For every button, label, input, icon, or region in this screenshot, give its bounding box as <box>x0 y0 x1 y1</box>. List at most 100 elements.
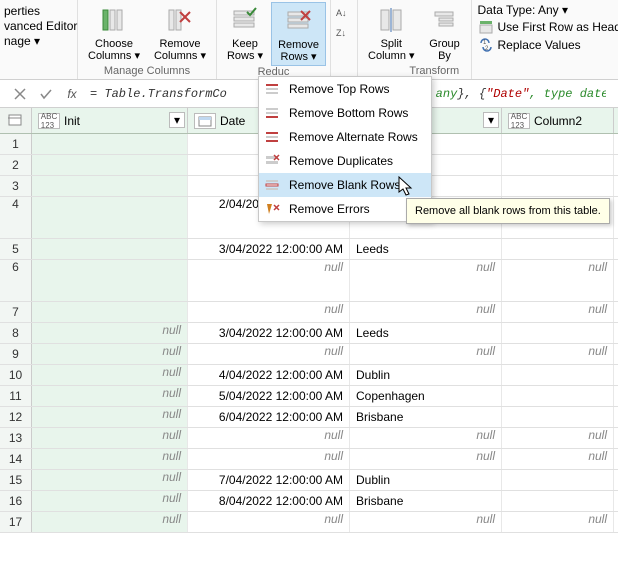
table-row[interactable]: 9nullnullnullnull <box>0 344 618 365</box>
cell[interactable]: null <box>350 260 502 301</box>
column-filter-init[interactable]: ▾ <box>169 112 185 128</box>
table-row[interactable]: 7nullnullnull <box>0 302 618 323</box>
cell[interactable] <box>502 470 614 490</box>
cell[interactable]: null <box>188 428 350 448</box>
sort-desc-button[interactable]: Z↓ <box>333 24 355 42</box>
cell[interactable]: 8/04/2022 12:00:00 AM <box>188 491 350 511</box>
row-number[interactable]: 8 <box>0 323 32 343</box>
cell[interactable]: 6/04/2022 12:00:00 AM <box>188 407 350 427</box>
dropdown-item-remove-duplicates[interactable]: Remove Duplicates <box>259 149 431 173</box>
cell[interactable]: null <box>350 302 502 322</box>
manage-fragment[interactable]: nage ▾ <box>4 34 77 48</box>
cell[interactable]: null <box>350 428 502 448</box>
row-number[interactable]: 14 <box>0 449 32 469</box>
cell[interactable]: null <box>350 344 502 364</box>
table-row[interactable]: 17nullnullnullnull <box>0 512 618 533</box>
properties-fragment[interactable]: perties <box>4 4 77 18</box>
cell[interactable]: null <box>32 491 188 511</box>
cell[interactable] <box>32 176 188 196</box>
column-filter-dest[interactable]: ▾ <box>483 112 499 128</box>
data-type-button[interactable]: Data Type: Any ▾ <box>476 2 618 18</box>
table-row[interactable]: 6nullnullnull <box>0 260 618 302</box>
row-number[interactable]: 6 <box>0 260 32 301</box>
row-number[interactable]: 16 <box>0 491 32 511</box>
fx-icon[interactable]: fx <box>64 86 80 102</box>
cell[interactable]: null <box>502 260 614 301</box>
cell[interactable] <box>502 176 614 196</box>
row-number[interactable]: 15 <box>0 470 32 490</box>
cell[interactable] <box>32 239 188 259</box>
cell[interactable]: Dublin <box>350 470 502 490</box>
cell[interactable]: 4/04/2022 12:00:00 AM <box>188 365 350 385</box>
cell[interactable]: null <box>32 470 188 490</box>
row-number[interactable]: 17 <box>0 512 32 532</box>
cell[interactable]: null <box>502 512 614 532</box>
dropdown-item-remove-top-rows[interactable]: Remove Top Rows <box>259 77 431 101</box>
cell[interactable] <box>32 302 188 322</box>
cell[interactable]: null <box>188 449 350 469</box>
cell[interactable]: null <box>32 428 188 448</box>
column-header-init[interactable]: ABC123 Init ▾ <box>32 108 188 133</box>
table-row[interactable]: 5 3/04/2022 12:00:00 AMLeeds <box>0 239 618 260</box>
row-number[interactable]: 4 <box>0 197 32 238</box>
cell[interactable]: Brisbane <box>350 491 502 511</box>
table-row[interactable]: 16null8/04/2022 12:00:00 AMBrisbane <box>0 491 618 512</box>
table-row[interactable]: 12null6/04/2022 12:00:00 AMBrisbane <box>0 407 618 428</box>
cell[interactable] <box>502 491 614 511</box>
remove-rows-button[interactable]: Remove Rows ▾ <box>271 2 326 66</box>
accept-formula-icon[interactable] <box>38 86 54 102</box>
cell[interactable] <box>32 260 188 301</box>
cell[interactable] <box>502 323 614 343</box>
cell[interactable] <box>502 155 614 175</box>
cell[interactable]: 5/04/2022 12:00:00 AM <box>188 386 350 406</box>
row-number[interactable]: 12 <box>0 407 32 427</box>
row-number[interactable]: 11 <box>0 386 32 406</box>
table-row[interactable]: 13nullnullnullnull <box>0 428 618 449</box>
cell[interactable]: null <box>32 344 188 364</box>
cell[interactable] <box>32 155 188 175</box>
cell[interactable]: null <box>502 428 614 448</box>
cell[interactable]: null <box>350 449 502 469</box>
table-corner[interactable] <box>0 108 32 133</box>
cell[interactable] <box>32 197 188 238</box>
cell[interactable]: null <box>350 512 502 532</box>
cell[interactable]: null <box>502 302 614 322</box>
row-number[interactable]: 2 <box>0 155 32 175</box>
column-header-column2[interactable]: ABC123 Column2 <box>502 108 614 133</box>
cell[interactable]: 3/04/2022 12:00:00 AM <box>188 239 350 259</box>
cell[interactable]: null <box>188 260 350 301</box>
cell[interactable]: null <box>188 512 350 532</box>
table-row[interactable]: 8null3/04/2022 12:00:00 AMLeeds <box>0 323 618 344</box>
cell[interactable]: null <box>32 407 188 427</box>
sort-asc-button[interactable]: A↓ <box>333 4 355 22</box>
choose-columns-button[interactable]: Choose Columns ▾ <box>82 2 146 64</box>
table-row[interactable]: 11null5/04/2022 12:00:00 AMCopenhagen <box>0 386 618 407</box>
group-by-button[interactable]: Group By <box>423 2 467 64</box>
cell[interactable]: null <box>32 449 188 469</box>
row-number[interactable]: 1 <box>0 134 32 154</box>
cell[interactable] <box>502 239 614 259</box>
cell[interactable] <box>502 134 614 154</box>
advanced-editor-fragment[interactable]: vanced Editor <box>4 19 77 33</box>
dropdown-item-remove-alternate-rows[interactable]: Remove Alternate Rows <box>259 125 431 149</box>
cell[interactable]: 7/04/2022 12:00:00 AM <box>188 470 350 490</box>
cell[interactable]: null <box>502 449 614 469</box>
table-row[interactable]: 15null7/04/2022 12:00:00 AMDublin <box>0 470 618 491</box>
cell[interactable]: null <box>32 512 188 532</box>
cancel-formula-icon[interactable] <box>12 86 28 102</box>
cell[interactable]: null <box>32 365 188 385</box>
cell[interactable]: Brisbane <box>350 407 502 427</box>
row-number[interactable]: 5 <box>0 239 32 259</box>
cell[interactable]: Dublin <box>350 365 502 385</box>
cell[interactable]: Leeds <box>350 239 502 259</box>
cell[interactable]: null <box>188 302 350 322</box>
remove-columns-button[interactable]: Remove Columns ▾ <box>148 2 212 64</box>
row-number[interactable]: 7 <box>0 302 32 322</box>
table-row[interactable]: 14nullnullnullnull <box>0 449 618 470</box>
cell[interactable] <box>502 386 614 406</box>
cell[interactable]: Copenhagen <box>350 386 502 406</box>
keep-rows-button[interactable]: Keep Rows ▾ <box>221 2 269 66</box>
use-first-row-headers-button[interactable]: Use First Row as Headers ▾ <box>476 18 618 36</box>
cell[interactable]: Leeds <box>350 323 502 343</box>
cell[interactable] <box>502 407 614 427</box>
